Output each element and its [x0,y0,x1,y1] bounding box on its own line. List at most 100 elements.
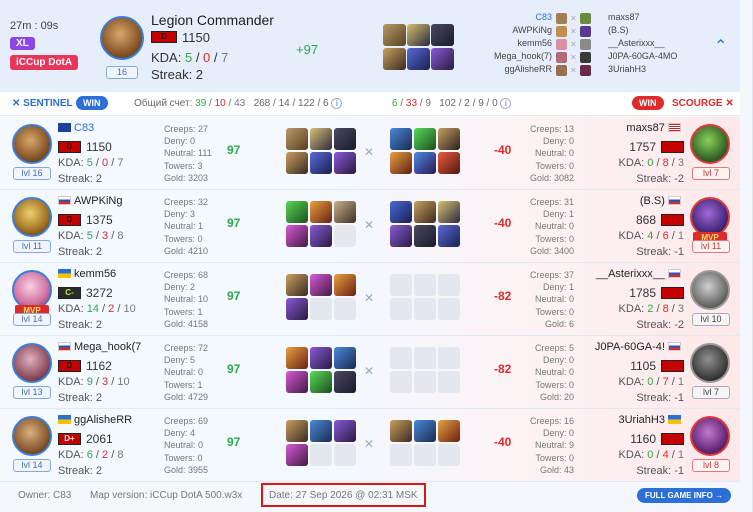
item-icon[interactable] [286,298,308,320]
lineup-left-player[interactable]: AWPKiNg [512,25,552,35]
rank-badge [661,433,684,445]
item-icon[interactable] [310,274,332,296]
item-icon[interactable] [286,152,308,174]
hero-avatar[interactable] [12,124,52,164]
item-icon[interactable] [334,420,356,442]
player-name[interactable]: Mega_hook(7 [58,341,141,353]
item-icon[interactable] [390,420,412,442]
item-icon[interactable] [438,128,460,150]
full-game-info-button[interactable]: FULL GAME INFO → [637,488,732,503]
item-icon[interactable] [286,371,308,393]
info-icon[interactable]: i [331,98,343,109]
opponent-name[interactable]: 3UriahH3 [560,414,684,426]
opponent-name[interactable]: __Asterixxx__ [560,268,684,280]
item-icon[interactable] [414,128,436,150]
item-icon[interactable] [390,152,412,174]
item-icon[interactable] [438,152,460,174]
empty-item-slot [334,298,356,320]
item-icon[interactable] [286,128,308,150]
lineup-left-player[interactable]: Mega_hook(7) [494,51,552,61]
item-icon[interactable] [310,225,332,247]
item-icon[interactable] [414,152,436,174]
item-icon[interactable] [310,347,332,369]
hero-avatar[interactable] [690,197,730,237]
player-rating: 2061 [86,432,113,446]
opponent-kda: KDA: 4 / 6 / 1 [618,230,684,242]
item-icon[interactable] [390,201,412,223]
item-icon[interactable] [334,128,356,150]
item-icon[interactable] [438,201,460,223]
hero-avatar[interactable] [12,416,52,456]
item-icon[interactable] [407,24,430,46]
item-icon[interactable] [438,420,460,442]
hero-avatar[interactable] [12,270,52,310]
item-icon[interactable] [310,152,332,174]
item-icon[interactable] [286,444,308,466]
item-icon[interactable] [286,347,308,369]
info-icon[interactable]: i [500,98,512,109]
match-header[interactable]: 27m : 09s XL iCCup DotA 16 Legion Comman… [0,0,740,92]
item-icon[interactable] [414,201,436,223]
vs-icon: ✕ [570,27,577,36]
item-icon[interactable] [390,225,412,247]
item-icon[interactable] [407,48,430,70]
lineup-left-player[interactable]: kemm56 [517,38,552,48]
chevron-up-icon[interactable]: ⌃ [714,36,727,56]
empty-item-slot [334,225,356,247]
item-icon[interactable] [286,274,308,296]
player-name[interactable]: AWPKiNg [58,195,123,207]
lineup-left-player[interactable]: ggAlisheRR [504,64,552,74]
hero-avatar[interactable] [12,343,52,383]
item-icon[interactable] [383,24,406,46]
hero-avatar[interactable] [690,124,730,164]
rank-badge: D [151,31,177,43]
item-icon[interactable] [334,371,356,393]
hero-avatar[interactable] [100,16,144,60]
lineup-right-player[interactable]: __Asterixxx__ [608,38,665,48]
item-icon[interactable] [334,274,356,296]
lineup-right-player[interactable]: (B.S) [608,25,629,35]
item-icon[interactable] [310,371,332,393]
item-icon[interactable] [310,128,332,150]
player-name[interactable]: ggAlisheRR [58,414,132,426]
hero-items [383,24,454,70]
hero-avatar[interactable] [12,197,52,237]
lineup-left-player[interactable]: C83 [535,12,552,22]
flag-icon [58,269,71,278]
hero-avatar[interactable] [690,343,730,383]
item-icon[interactable] [286,225,308,247]
player-level: lvl 16 [13,167,51,180]
opponent-rating-row: 868 [600,213,684,227]
player-level: lvl 14 [13,313,51,326]
item-icon[interactable] [334,152,356,174]
rating-delta: -40 [494,216,512,230]
item-icon[interactable] [286,420,308,442]
player-name[interactable]: kemm56 [58,268,116,280]
vs-icon: ✕ [570,53,577,62]
item-icon[interactable] [310,420,332,442]
rank-badge [661,141,684,153]
item-icon[interactable] [431,24,454,46]
item-icon[interactable] [431,48,454,70]
lineup-right-player[interactable]: J0PA-60GA-4MO [608,51,677,61]
lineup-right-player[interactable]: 3UriahH3 [608,64,646,74]
item-icon[interactable] [414,225,436,247]
player-kda: KDA: 14 / 2 / 10 [58,303,136,315]
item-icon[interactable] [383,48,406,70]
hero-avatar[interactable] [690,270,730,310]
item-icon[interactable] [390,128,412,150]
hero-avatar[interactable] [690,416,730,456]
item-icon[interactable] [286,201,308,223]
item-icon[interactable] [414,420,436,442]
item-icon[interactable] [334,201,356,223]
opponent-name[interactable]: (B.S) [560,195,684,207]
item-icon[interactable] [438,225,460,247]
item-icon[interactable] [310,201,332,223]
opponent-name[interactable]: maxs87 [560,122,684,134]
opponent-name[interactable]: J0PA-60GA-4! [560,341,684,353]
player-name[interactable]: C83 [58,122,94,134]
player-streak: Streak: 2 [58,246,103,258]
opponent-streak: Streak: -1 [636,465,684,477]
item-icon[interactable] [334,347,356,369]
lineup-right-player[interactable]: maxs87 [608,12,640,22]
